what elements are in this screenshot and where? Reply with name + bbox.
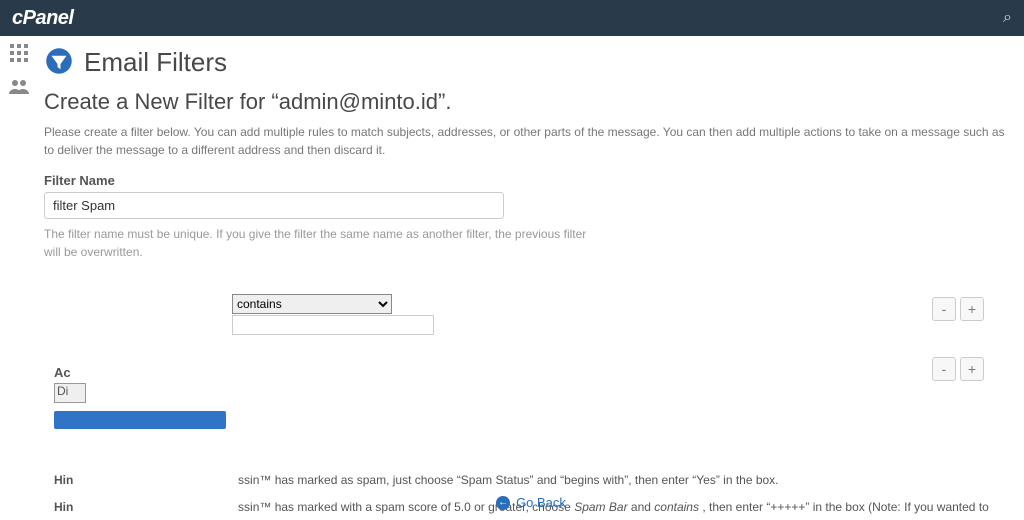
action-select-clipped[interactable]: Di: [54, 383, 86, 403]
rule-condition-select[interactable]: contains: [232, 294, 392, 314]
hint-row-1: Hin ssin™ has marked as spam, just choos…: [54, 471, 1008, 490]
main-content: Email Filters Create a New Filter for “a…: [38, 36, 1024, 520]
filter-name-label: Filter Name: [44, 173, 1008, 188]
left-sidebar: [0, 36, 38, 520]
page-title-row: Email Filters: [44, 46, 1008, 79]
grid-apps-icon[interactable]: [10, 44, 28, 65]
section-title: Create a New Filter for “admin@minto.id”…: [44, 89, 1008, 115]
create-button-clipped[interactable]: [54, 411, 226, 429]
hint1-text: ssin™ has marked as spam, just choose “S…: [238, 473, 779, 487]
go-back-label: Go Back: [516, 495, 566, 510]
rule-add-button[interactable]: +: [960, 297, 984, 321]
rule-row: contains - + - +: [44, 297, 1008, 345]
page-title: Email Filters: [84, 47, 227, 78]
brand-logo: cPanel: [12, 7, 73, 30]
helper-text: Please create a filter below. You can ad…: [44, 123, 1008, 159]
arrow-left-icon: ←: [496, 496, 510, 510]
hint-label-1: Hin: [54, 473, 73, 487]
top-bar: cPanel ⌕: [0, 0, 1024, 36]
filter-name-input[interactable]: [44, 192, 504, 219]
rules-area: contains - + - + Ac Di Hin ssin™ has mar…: [44, 297, 1008, 477]
go-back-link[interactable]: ← Go Back: [38, 495, 1024, 510]
search-icon[interactable]: ⌕: [1003, 9, 1012, 27]
actions-label-clipped: Ac: [54, 365, 71, 380]
actions-area: Ac Di: [44, 365, 1008, 421]
users-icon[interactable]: [9, 79, 29, 98]
rule-value-input[interactable]: [232, 315, 434, 335]
rule-pm-buttons: - +: [932, 297, 984, 321]
filter-name-note: The filter name must be unique. If you g…: [44, 225, 604, 261]
rule-remove-button[interactable]: -: [932, 297, 956, 321]
funnel-icon: [44, 46, 74, 79]
